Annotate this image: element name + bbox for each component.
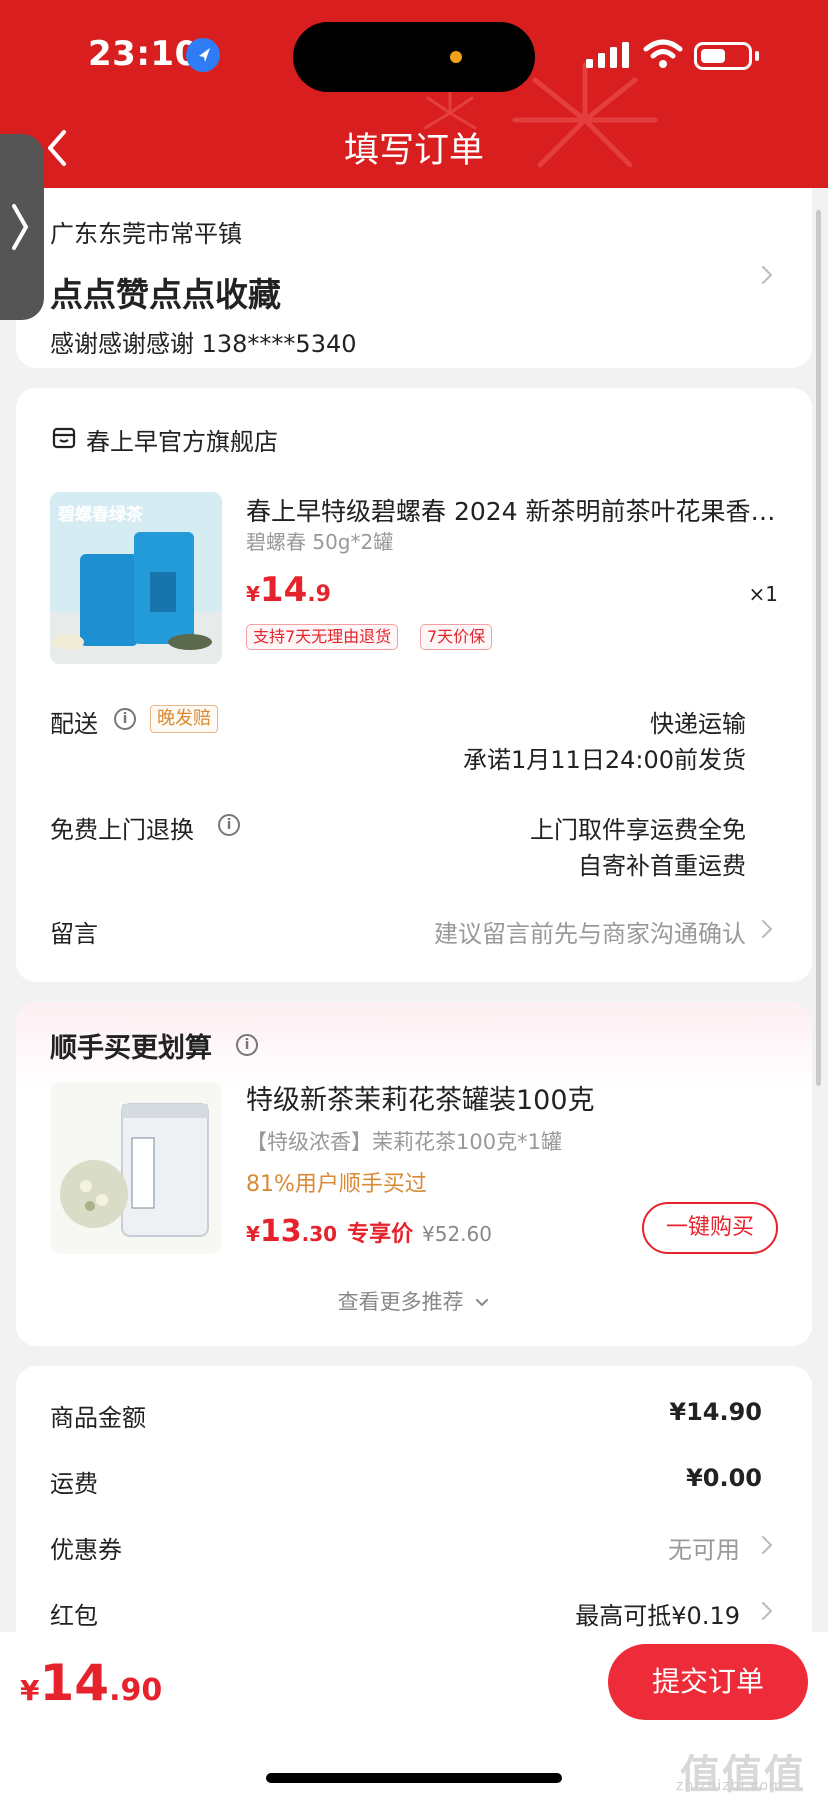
product-spec: 碧螺春 50g*2罐 <box>246 530 394 554</box>
price-integer: 13 <box>259 1214 302 1249</box>
free-return-line1: 上门取件享运费全免 <box>530 816 746 844</box>
upsell-price: ¥13.30 专享价 <box>246 1214 413 1249</box>
upsell-purchase-rate: 81%用户顺手买过 <box>246 1172 427 1197</box>
home-indicator[interactable] <box>266 1773 562 1783</box>
privacy-indicator-dot <box>450 51 462 63</box>
signal-icon <box>586 42 629 68</box>
more-recommendations-link[interactable]: 查看更多推荐 <box>16 1286 812 1316</box>
product-price: ¥14.9 <box>246 570 331 610</box>
message-input[interactable]: 建议留言前先与商家沟通确认 <box>434 914 746 949</box>
exclusive-price-tag: 专享价 <box>347 1222 414 1247</box>
upsell-card: 顺手买更划算 i 特级新茶茉莉花茶罐装100克 【特级浓香】茉莉花茶100克*1… <box>16 1002 812 1346</box>
free-return-line2: 自寄补首重运费 <box>578 852 746 880</box>
address-region: 广东东莞市常平镇 <box>50 220 242 248</box>
chevron-right-icon <box>762 266 773 284</box>
page-title: 填写订单 <box>343 131 484 171</box>
shipping-promise: 承诺1月11日24:00前发货 <box>463 746 746 774</box>
shipping-label: 配送 <box>50 710 98 738</box>
late-compensation-badge: 晚发赔 <box>150 705 218 733</box>
free-return-label: 免费上门退换 <box>50 816 194 844</box>
return-policy-tag: 支持7天无理由退货 <box>246 624 399 650</box>
address-recipient-name: 点点赞点点收藏 <box>50 275 281 314</box>
product-quantity: ×1 <box>748 582 778 606</box>
price-decimal: .9 <box>307 582 331 607</box>
info-icon[interactable]: i <box>236 1034 258 1056</box>
store-card: 春上早官方旗舰店 碧螺春绿茶 春上早特级碧螺春 2024 新茶明前茶叶花果香… … <box>16 388 812 982</box>
more-recommendations-label: 查看更多推荐 <box>337 1290 464 1314</box>
status-time: 23:10 <box>88 34 199 74</box>
shipping-fee-value: ¥0.00 <box>686 1464 762 1492</box>
price-protection-tag: 7天价保 <box>420 624 493 650</box>
coupon-value[interactable]: 无可用 <box>668 1530 740 1565</box>
info-icon[interactable]: i <box>218 814 240 836</box>
total-decimal: .90 <box>109 1673 163 1708</box>
product-title[interactable]: 春上早特级碧螺春 2024 新茶明前茶叶花果香… <box>246 492 786 528</box>
chevron-right-icon <box>762 1602 773 1620</box>
upsell-product-name[interactable]: 特级新茶茉莉花茶罐装100克 <box>246 1078 595 1117</box>
upsell-product-image[interactable] <box>50 1082 222 1254</box>
message-label: 留言 <box>50 920 98 948</box>
watermark-url: zhizhizhi.com <box>676 1778 784 1794</box>
side-expand-tab[interactable] <box>0 134 44 320</box>
upsell-original-price: ¥52.60 <box>422 1222 492 1246</box>
red-packet-value[interactable]: 最高可抵¥0.19 <box>575 1596 740 1631</box>
submit-order-button[interactable]: 提交订单 <box>608 1644 808 1720</box>
price-currency: ¥ <box>246 582 260 606</box>
chevron-right-icon <box>762 1536 773 1554</box>
store-name[interactable]: 春上早官方旗舰店 <box>86 422 278 457</box>
total-integer: 14 <box>39 1654 110 1712</box>
shipping-fee-label: 运费 <box>50 1470 98 1498</box>
red-packet-label: 红包 <box>50 1602 98 1630</box>
order-total: ¥14.90 <box>20 1654 162 1712</box>
location-arrow-icon <box>186 38 220 72</box>
chevron-right-icon <box>762 920 773 938</box>
address-card[interactable]: 广东东莞市常平镇 点点赞点点收藏 感谢感谢感谢 138****5340 <box>16 188 812 368</box>
one-click-buy-button[interactable]: 一键购买 <box>642 1202 778 1254</box>
price-integer: 14 <box>259 570 308 610</box>
upsell-title: 顺手买更划算 <box>50 1033 212 1064</box>
chevron-down-icon <box>476 1299 489 1307</box>
store-icon <box>52 427 76 449</box>
product-image-label: 碧螺春绿茶 <box>58 505 143 525</box>
checkout-bar: ¥14.90 提交订单 值值值 zhizhizhi.com <box>0 1632 828 1795</box>
address-contact: 感谢感谢感谢 138****5340 <box>50 330 357 358</box>
scrollbar[interactable] <box>816 210 821 1086</box>
total-currency: ¥ <box>20 1674 40 1707</box>
app-header: 23:10 填写订单 <box>0 0 828 188</box>
subtotal-value: ¥14.90 <box>669 1398 762 1426</box>
battery-cap <box>755 51 759 61</box>
coupon-label: 优惠券 <box>50 1536 122 1564</box>
shipping-method: 快递运输 <box>650 710 746 738</box>
battery-icon <box>694 42 752 70</box>
price-decimal: .30 <box>301 1222 338 1246</box>
price-currency: ¥ <box>246 1222 260 1246</box>
subtotal-label: 商品金额 <box>50 1404 146 1432</box>
dynamic-island <box>293 22 535 92</box>
chevron-right-icon <box>12 204 29 250</box>
product-image[interactable]: 碧螺春绿茶 <box>50 492 222 664</box>
info-icon[interactable]: i <box>114 708 136 730</box>
upsell-product-spec: 【特级浓香】茉莉花茶100克*1罐 <box>246 1130 562 1154</box>
wifi-icon <box>643 39 683 68</box>
